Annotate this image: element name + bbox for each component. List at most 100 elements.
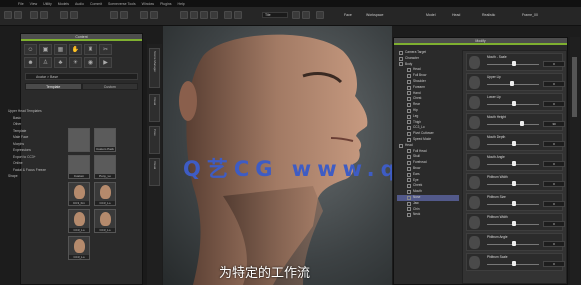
morph-slider-knob[interactable] <box>512 261 516 266</box>
visibility-checkbox[interactable] <box>407 155 411 160</box>
face-icon[interactable]: ☻ <box>24 57 37 68</box>
morph-slider-knob[interactable] <box>512 141 516 146</box>
vertical-tab[interactable]: Pose <box>149 126 160 154</box>
tab-custom[interactable]: Custom <box>81 83 138 90</box>
cube-icon[interactable]: ▣ <box>39 44 52 55</box>
visibility-checkbox[interactable] <box>407 97 411 102</box>
morph-slider-knob[interactable] <box>512 201 516 206</box>
film-icon[interactable]: ▶ <box>99 57 112 68</box>
shirt-icon[interactable]: ♜ <box>84 44 97 55</box>
visibility-checkbox[interactable] <box>407 149 411 154</box>
morph-slider-knob[interactable] <box>512 181 516 186</box>
tree-item[interactable]: Shape <box>8 173 58 180</box>
vertical-tab[interactable]: Visual <box>149 158 160 186</box>
morph-value-input[interactable]: 0 <box>543 261 565 267</box>
menu-item-7[interactable]: Window <box>142 2 154 6</box>
view-side-icon[interactable] <box>190 11 198 19</box>
content-thumbnail[interactable]: Custom <box>68 155 90 179</box>
face-button[interactable]: Face <box>344 13 352 17</box>
menu-item-0[interactable]: File <box>18 2 24 6</box>
morph-value-input[interactable]: 0 <box>543 181 565 187</box>
content-thumbnail[interactable]: Custom Pack <box>94 128 116 152</box>
morph-value-input[interactable]: 0 <box>543 141 565 147</box>
render-icon[interactable] <box>110 11 118 19</box>
morph-slider-knob[interactable] <box>512 101 516 106</box>
camera-view-icon[interactable] <box>224 11 232 19</box>
undo-icon[interactable] <box>140 11 148 19</box>
visibility-checkbox[interactable] <box>399 62 403 67</box>
visibility-checkbox[interactable] <box>407 74 411 79</box>
scene-tree-item[interactable]: Neck <box>397 212 459 218</box>
visibility-checkbox[interactable] <box>407 108 411 113</box>
morph-value-input[interactable]: 0 <box>543 161 565 167</box>
grid-icon[interactable]: ▦ <box>54 44 67 55</box>
person-icon[interactable]: ☺ <box>24 44 37 55</box>
menu-item-9[interactable]: Help <box>178 2 185 6</box>
menu-item-4[interactable]: Audio <box>75 2 84 6</box>
morph-value-input[interactable]: 0 <box>543 101 565 107</box>
visibility-checkbox[interactable] <box>407 137 411 142</box>
menu-item-2[interactable]: Utility <box>43 2 52 6</box>
morph-value-input[interactable]: 0 <box>543 61 565 67</box>
menu-item-8[interactable]: Plugins <box>160 2 171 6</box>
head-button[interactable]: Head <box>452 13 460 17</box>
hand-icon[interactable]: ✋ <box>69 44 82 55</box>
rotate-tool-icon[interactable] <box>30 11 38 19</box>
visibility-checkbox[interactable] <box>407 114 411 119</box>
visibility-checkbox[interactable] <box>407 178 411 183</box>
morph-value-input[interactable]: 0 <box>543 221 565 227</box>
menu-item-3[interactable]: Models <box>58 2 69 6</box>
visibility-checkbox[interactable] <box>407 126 411 131</box>
workspace-button[interactable]: Workspace <box>366 13 383 17</box>
visibility-checkbox[interactable] <box>407 195 411 200</box>
content-thumbnail[interactable]: CC3_Lo <box>94 209 116 233</box>
tab-template[interactable]: Template <box>25 83 82 90</box>
morph-slider-knob[interactable] <box>512 241 516 246</box>
morph-slider-track[interactable] <box>487 124 539 125</box>
tree-icon[interactable]: ♣ <box>54 57 67 68</box>
visibility-checkbox[interactable] <box>407 91 411 96</box>
grid-icon[interactable] <box>120 11 128 19</box>
view-top-icon[interactable] <box>200 11 208 19</box>
camera-icon[interactable] <box>60 11 68 19</box>
realistic-button[interactable]: Realistic <box>482 13 495 17</box>
menu-item-5[interactable]: Commit <box>90 2 102 6</box>
visibility-checkbox[interactable] <box>407 166 411 171</box>
visibility-checkbox[interactable] <box>407 79 411 84</box>
redo-icon[interactable] <box>150 11 158 19</box>
menu-item-1[interactable]: View <box>30 2 38 6</box>
content-thumbnail[interactable] <box>68 128 90 152</box>
zoom-in-icon[interactable] <box>292 11 300 19</box>
zoom-icon[interactable] <box>234 11 242 19</box>
right-scrollbar[interactable] <box>570 37 580 285</box>
model-button[interactable]: Model <box>426 13 436 17</box>
vertical-tab[interactable]: Visual <box>149 94 160 122</box>
right-scrollbar-thumb[interactable] <box>572 57 577 117</box>
body-icon[interactable]: ♙ <box>39 57 52 68</box>
content-thumbnail[interactable]: CC3_Lo <box>68 209 90 233</box>
view-front-icon[interactable] <box>180 11 188 19</box>
light-icon[interactable]: ☀ <box>69 57 82 68</box>
scale-tool-icon[interactable] <box>40 11 48 19</box>
visibility-checkbox[interactable] <box>407 161 411 166</box>
visibility-checkbox[interactable] <box>399 143 403 148</box>
visibility-checkbox[interactable] <box>399 50 403 55</box>
morph-value-input[interactable]: 30 <box>543 121 565 127</box>
content-thumbnail[interactable]: Pony_Lo <box>94 155 116 179</box>
select-tool-icon[interactable] <box>4 11 12 19</box>
vertical-tab[interactable]: Scene Manager <box>149 48 160 88</box>
morph-slider-knob[interactable] <box>512 221 516 226</box>
visibility-checkbox[interactable] <box>407 132 411 137</box>
view-persp-icon[interactable] <box>210 11 218 19</box>
visibility-checkbox[interactable] <box>407 190 411 195</box>
content-thumbnail[interactable]: CC3_Fm <box>68 182 90 206</box>
content-breadcrumb[interactable]: Avatar > Base <box>25 73 138 80</box>
3d-viewport[interactable]: Q艺CG www.qdnxxrb.cn <box>163 26 392 285</box>
visibility-checkbox[interactable] <box>407 207 411 212</box>
morph-value-input[interactable]: 0 <box>543 201 565 207</box>
visibility-checkbox[interactable] <box>407 172 411 177</box>
content-thumbnail[interactable]: CC3_Lo <box>68 236 90 260</box>
visibility-checkbox[interactable] <box>407 213 411 218</box>
visibility-checkbox[interactable] <box>407 103 411 108</box>
morph-slider-knob[interactable] <box>509 81 514 86</box>
